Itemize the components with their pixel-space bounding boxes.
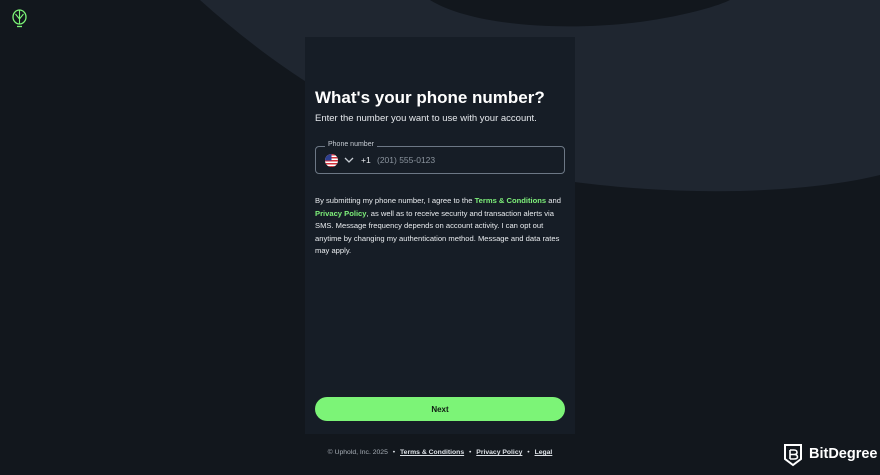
uphold-logo-icon[interactable] [11,9,28,28]
privacy-policy-link[interactable]: Privacy Policy [315,209,367,218]
page-subtitle: Enter the number you want to use with yo… [315,113,537,124]
footer-separator: • [527,449,530,456]
phone-number-label: Phone number [325,141,377,148]
bitdegree-text: BitDegree [809,446,878,462]
page-title: What's your phone number? [315,88,545,107]
disclaimer-text-1: By submitting my phone number, I agree t… [315,196,475,205]
footer-separator: • [469,449,472,456]
next-button[interactable]: Next [315,397,565,421]
bitdegree-shield-icon [784,444,802,467]
us-flag-icon[interactable] [325,154,338,167]
copyright-text: © Uphold, Inc. 2025 [327,449,388,456]
footer-legal-link[interactable]: Legal [535,449,553,456]
terms-link[interactable]: Terms & Conditions [475,196,547,205]
phone-form-card: What's your phone number? Enter the numb… [305,37,575,434]
chevron-down-icon[interactable] [344,156,354,164]
phone-number-field[interactable]: Phone number +1 [315,141,565,174]
sms-consent-disclaimer: By submitting my phone number, I agree t… [315,195,567,258]
footer-privacy-link[interactable]: Privacy Policy [476,449,522,456]
footer-separator: • [392,449,396,456]
footer-terms-link[interactable]: Terms & Conditions [400,449,464,456]
phone-number-input[interactable] [377,152,557,168]
footer: © Uphold, Inc. 2025 • Terms & Conditions… [0,449,880,456]
disclaimer-text-2: and [546,196,561,205]
dial-code: +1 [361,155,371,165]
